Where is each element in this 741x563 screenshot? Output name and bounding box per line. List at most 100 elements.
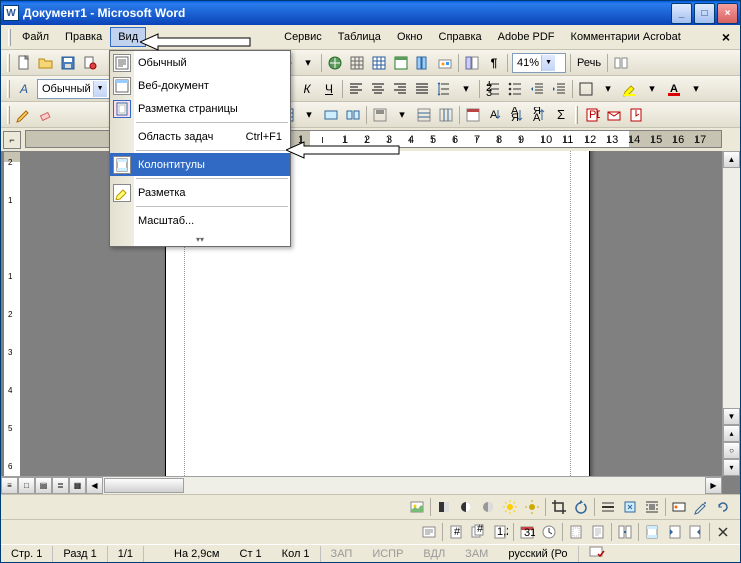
speech-label[interactable]: Речь — [573, 57, 605, 69]
switch-header-footer-icon[interactable] — [641, 521, 663, 543]
format-page-num-icon[interactable]: 1,2 — [489, 521, 511, 543]
insert-table-icon[interactable] — [368, 52, 390, 74]
toolbar-grip[interactable] — [7, 106, 10, 124]
line-spacing-icon[interactable] — [433, 78, 455, 100]
sort-desc-icon[interactable]: ЯА — [528, 104, 550, 126]
rotate-left-icon[interactable] — [570, 496, 592, 518]
insert-date-icon[interactable]: 31 — [516, 521, 538, 543]
sort-asc-icon[interactable]: АЯ — [506, 104, 528, 126]
line-style-icon[interactable] — [597, 496, 619, 518]
vertical-scrollbar[interactable]: ▲ ▼ ▴ ○ ▾ — [722, 151, 740, 476]
browse-object-icon[interactable]: ○ — [723, 442, 740, 459]
color-mode-icon[interactable] — [433, 496, 455, 518]
pdf-mail-icon[interactable] — [603, 104, 625, 126]
vertical-ruler[interactable]: 2112345678 — [3, 151, 21, 494]
compress-icon[interactable] — [619, 496, 641, 518]
page-number-icon[interactable]: # — [445, 521, 467, 543]
menu-edit[interactable]: Правка — [57, 27, 110, 47]
align-right-icon[interactable] — [389, 78, 411, 100]
menu-item-web[interactable]: Веб-документ — [110, 74, 290, 97]
menu-help[interactable]: Справка — [431, 27, 490, 47]
text-wrap-icon[interactable] — [641, 496, 663, 518]
permissions-icon[interactable] — [79, 52, 101, 74]
drawing-icon[interactable] — [434, 52, 456, 74]
reset-picture-icon[interactable] — [712, 496, 734, 518]
status-fix[interactable]: ИСПР — [362, 546, 413, 562]
autosum-icon[interactable]: Σ — [550, 104, 572, 126]
more-bright-icon[interactable] — [499, 496, 521, 518]
open-icon[interactable] — [35, 52, 57, 74]
view-mode-button-3[interactable]: ≣ — [52, 477, 69, 494]
prev-page-icon[interactable]: ▴ — [723, 425, 740, 442]
toolbar-grip[interactable] — [7, 54, 10, 72]
distribute-rows-icon[interactable] — [413, 104, 435, 126]
read-mode-icon[interactable] — [610, 52, 632, 74]
highlight-icon[interactable] — [619, 78, 641, 100]
format-object-icon[interactable] — [668, 496, 690, 518]
styles-pane-icon[interactable]: A — [13, 78, 35, 100]
horizontal-scrollbar[interactable]: ≡□▤≣▦ ◀ ▶ — [1, 476, 722, 494]
font-color-icon[interactable]: A — [663, 78, 685, 100]
menu-item-header-footer[interactable]: Колонтитулы — [110, 153, 290, 176]
chevron-down-icon[interactable]: ▼ — [541, 55, 555, 71]
chevron-down-icon[interactable]: ▼ — [93, 81, 107, 97]
scroll-right-icon[interactable]: ▶ — [705, 477, 722, 494]
insert-autotext-icon[interactable] — [418, 521, 440, 543]
status-page[interactable]: Стр. 1 — [1, 546, 53, 562]
toolbar-grip[interactable] — [575, 106, 578, 124]
show-marks-icon[interactable]: ¶ — [483, 52, 505, 74]
view-mode-button-4[interactable]: ▦ — [69, 477, 86, 494]
less-bright-icon[interactable] — [521, 496, 543, 518]
insert-picture-icon[interactable] — [406, 496, 428, 518]
menu-item-markup[interactable]: Разметка — [110, 181, 290, 204]
docmap-icon[interactable] — [461, 52, 483, 74]
dropdown-arrow-icon[interactable]: ▾ — [297, 52, 319, 74]
insert-time-icon[interactable] — [538, 521, 560, 543]
pdf-icon[interactable]: PDF — [581, 104, 603, 126]
excel-icon[interactable] — [390, 52, 412, 74]
status-col[interactable]: Кол 1 — [272, 546, 321, 562]
merge-cells-icon[interactable] — [320, 104, 342, 126]
hyperlink-icon[interactable] — [324, 52, 346, 74]
same-as-prev-icon[interactable] — [614, 521, 636, 543]
menu-service[interactable]: Сервис — [276, 27, 330, 47]
underline-icon[interactable]: Ч — [318, 78, 340, 100]
dropdown-arrow-icon[interactable]: ▾ — [597, 78, 619, 100]
maximize-button[interactable]: □ — [694, 3, 715, 24]
minimize-button[interactable]: _ — [671, 3, 692, 24]
dropdown-arrow-icon[interactable]: ▾ — [391, 104, 413, 126]
status-lang[interactable]: русский (Ро — [498, 546, 578, 562]
next-page-icon[interactable]: ▾ — [723, 459, 740, 476]
close-button[interactable]: × — [717, 3, 738, 24]
bullet-list-icon[interactable] — [504, 78, 526, 100]
show-hide-text-icon[interactable] — [587, 521, 609, 543]
transparent-color-icon[interactable] — [690, 496, 712, 518]
dropdown-arrow-icon[interactable]: ▾ — [298, 104, 320, 126]
status-ovr[interactable]: ЗАМ — [455, 546, 498, 562]
dropdown-arrow-icon[interactable]: ▾ — [641, 78, 663, 100]
status-ext[interactable]: ВДЛ — [413, 546, 455, 562]
menu-item-zoom[interactable]: Масштаб... — [110, 209, 290, 232]
view-mode-button-0[interactable]: ≡ — [1, 477, 18, 494]
split-cells-icon[interactable] — [342, 104, 364, 126]
eraser-icon[interactable] — [35, 104, 57, 126]
scroll-left-icon[interactable]: ◀ — [86, 477, 103, 494]
italic-icon[interactable]: К — [296, 78, 318, 100]
menu-acrobat[interactable]: Комментарии Acrobat — [563, 27, 689, 47]
less-contrast-icon[interactable] — [477, 496, 499, 518]
view-mode-button-1[interactable]: □ — [18, 477, 35, 494]
new-doc-icon[interactable] — [13, 52, 35, 74]
align-center-icon[interactable] — [367, 78, 389, 100]
page-setup-icon[interactable] — [565, 521, 587, 543]
num-pages-icon[interactable]: # — [467, 521, 489, 543]
menu-adobe[interactable]: Adobe PDF — [490, 27, 563, 47]
show-next-icon[interactable] — [685, 521, 707, 543]
close-document-button[interactable]: × — [716, 29, 736, 45]
align-left-icon[interactable] — [345, 78, 367, 100]
dropdown-arrow-icon[interactable]: ▾ — [685, 78, 707, 100]
menu-item-taskpane[interactable]: Область задач Ctrl+F1 — [110, 125, 290, 148]
status-line[interactable]: Ст 1 — [230, 546, 272, 562]
columns-icon[interactable] — [412, 52, 434, 74]
scroll-up-icon[interactable]: ▲ — [723, 151, 740, 168]
pdf-review-icon[interactable] — [625, 104, 647, 126]
